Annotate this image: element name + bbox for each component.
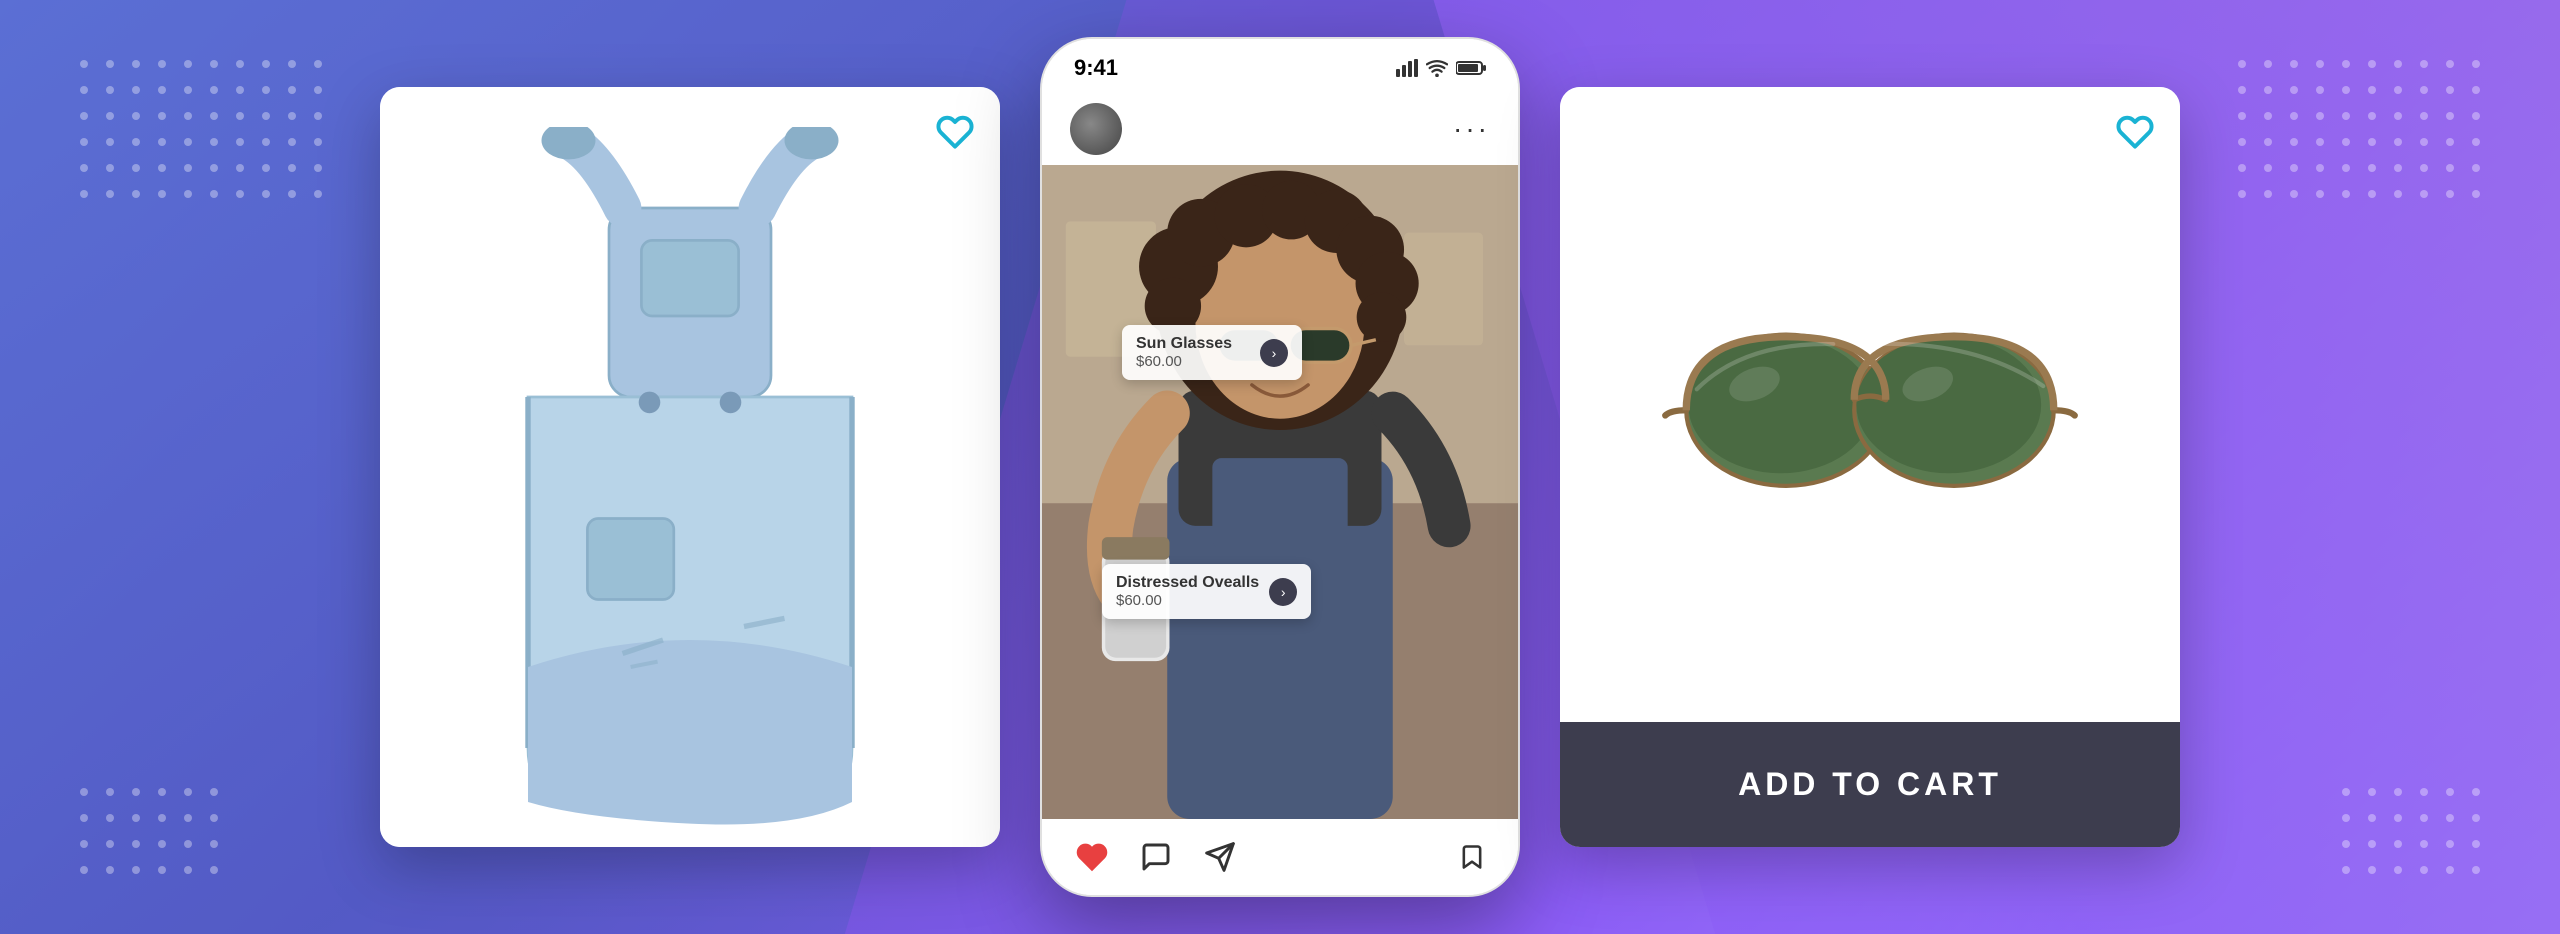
phone-post-header: ··· (1042, 93, 1518, 165)
product-tag-overalls[interactable]: Distressed Ovealls $60.00 › (1102, 564, 1311, 619)
main-content: ADD TO CART 9:41 (0, 0, 2560, 934)
comment-button[interactable] (1138, 839, 1174, 875)
tag-sunglasses-text: Sun Glasses $60.00 (1136, 335, 1250, 370)
right-add-to-cart-button[interactable]: ADD TO CART (1560, 722, 2180, 847)
like-button[interactable] (1074, 839, 1110, 875)
tag-overalls-name: Distressed Ovealls (1116, 574, 1259, 592)
left-wishlist-button[interactable] (934, 111, 976, 153)
signal-icon (1396, 59, 1418, 77)
left-product-card: ADD TO CART (380, 87, 1000, 847)
sunglasses-image (1660, 300, 2080, 510)
overalls-image (420, 127, 960, 847)
post-options[interactable]: ··· (1453, 113, 1490, 145)
wifi-icon (1426, 59, 1448, 77)
bookmark-button[interactable] (1458, 843, 1486, 871)
phone-status-bar: 9:41 (1042, 39, 1518, 93)
share-button[interactable] (1202, 839, 1238, 875)
tag-sunglasses-price: $60.00 (1136, 353, 1250, 370)
right-product-card: ADD TO CART (1560, 87, 2180, 847)
avatar (1070, 103, 1122, 155)
phone-action-bar (1042, 819, 1518, 895)
phone-time: 9:41 (1074, 55, 1118, 81)
status-icons (1396, 59, 1486, 77)
page-background: (function(){ var g = document.currentScr… (0, 0, 2560, 934)
tag-sunglasses-name: Sun Glasses (1136, 335, 1250, 353)
tag-overalls-price: $60.00 (1116, 592, 1259, 609)
phone-feed-image: Sun Glasses $60.00 › Distressed Ovealls … (1042, 165, 1518, 819)
tag-overalls-text: Distressed Ovealls $60.00 (1116, 574, 1259, 609)
left-card-image-area (380, 87, 1000, 847)
right-wishlist-button[interactable] (2114, 111, 2156, 153)
tag-overalls-arrow[interactable]: › (1269, 578, 1297, 606)
phone-mockup: 9:41 (1040, 37, 1520, 897)
action-icons-left (1074, 839, 1238, 875)
product-tag-sunglasses[interactable]: Sun Glasses $60.00 › (1122, 325, 1302, 380)
feed-photo (1042, 165, 1518, 819)
battery-icon (1456, 60, 1486, 76)
right-card-image-area (1560, 87, 2180, 722)
tag-sunglasses-arrow[interactable]: › (1260, 339, 1288, 367)
